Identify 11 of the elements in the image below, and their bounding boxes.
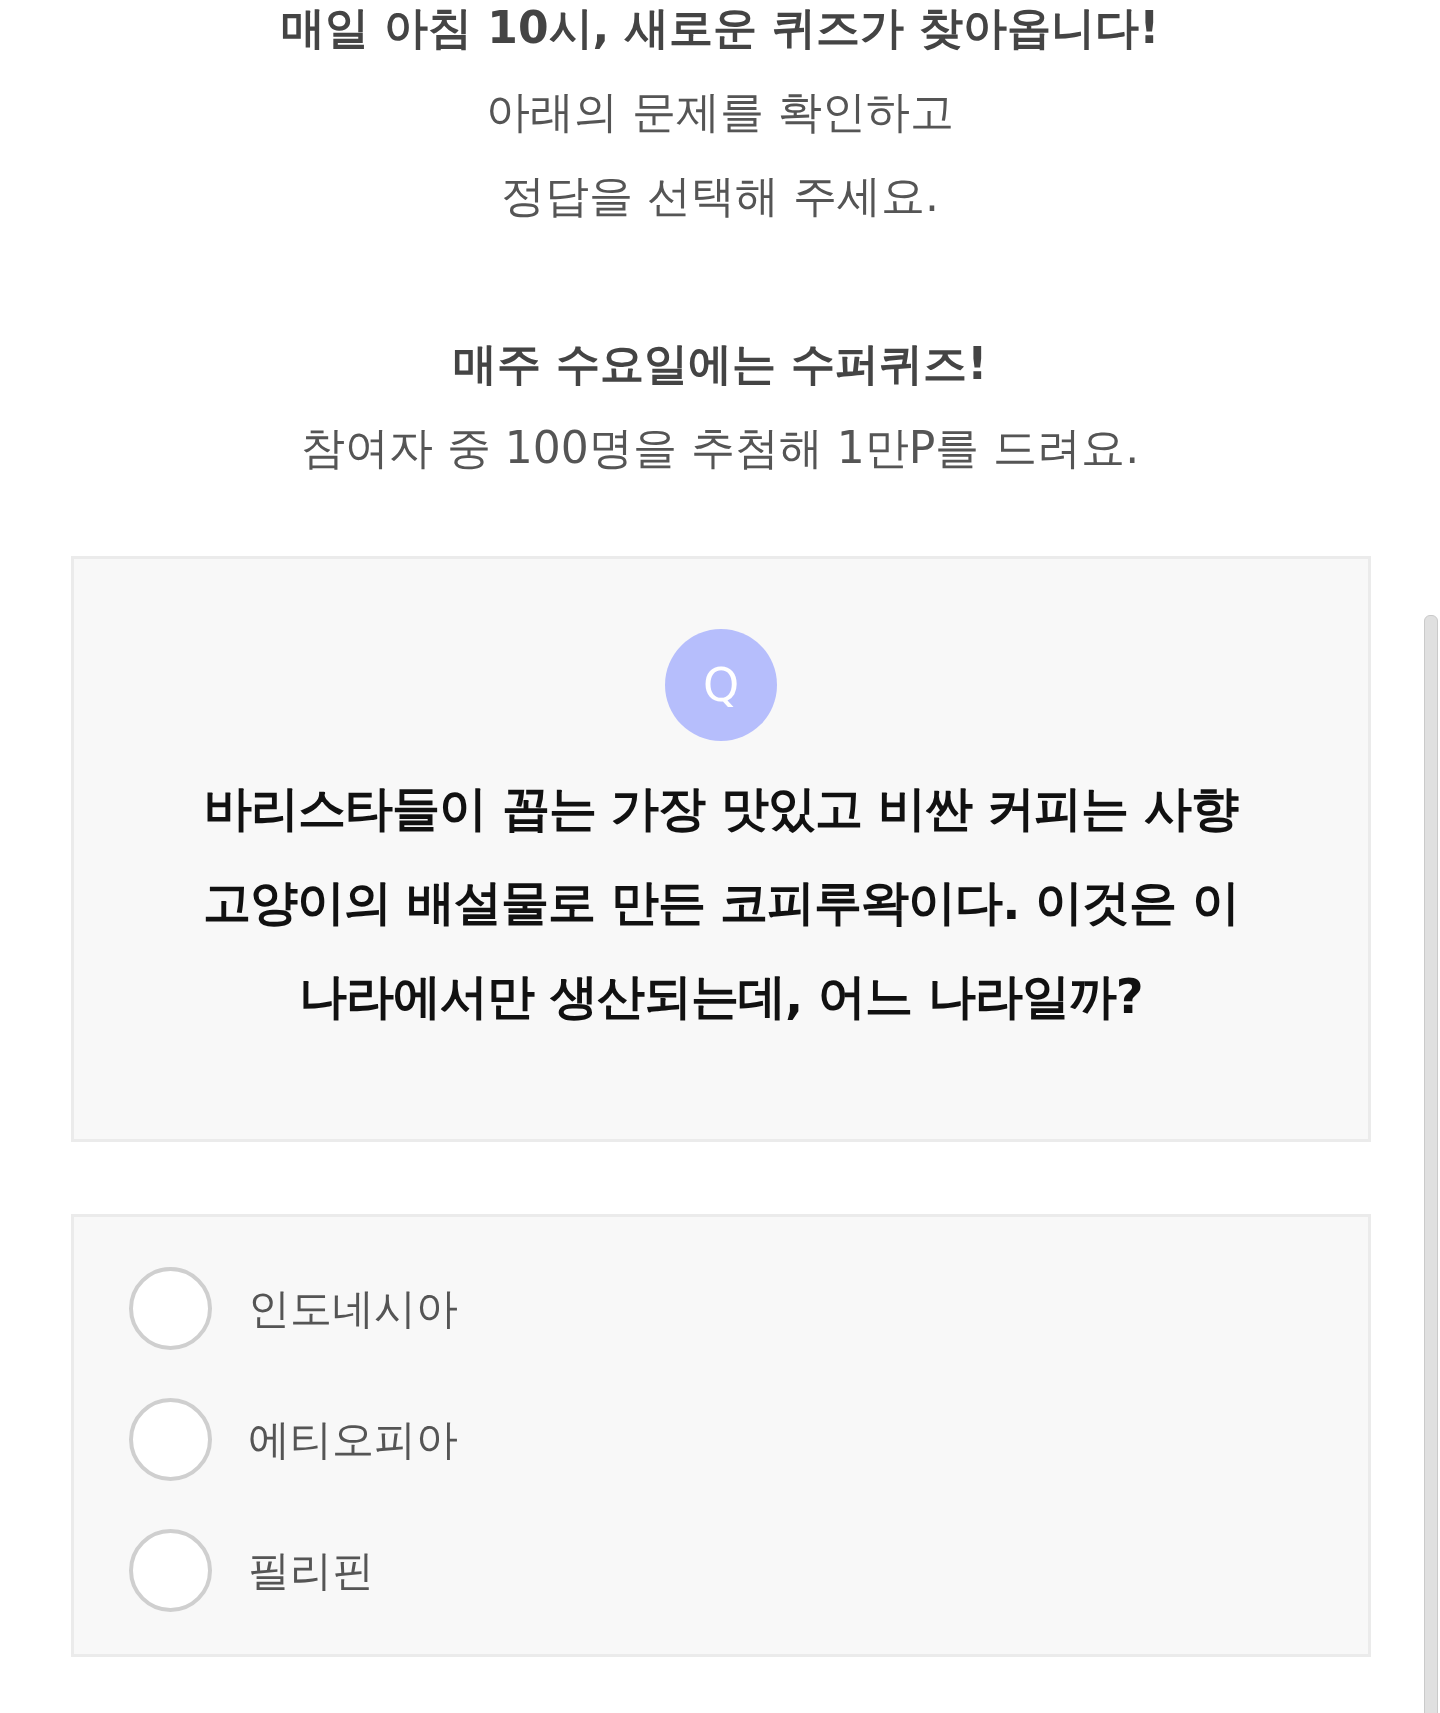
option-label[interactable]: 에티오피아 — [248, 1411, 458, 1468]
intro-text: 참여자 중 100명을 추첨해 1만P를 드려요. — [300, 421, 1140, 475]
intro-text: 아래의 문제를 확인하고 — [486, 85, 954, 139]
intro-text: 정답을 선택해 주세요. — [501, 169, 939, 223]
question-text: 바리스타들이 꼽는 가장 맛있고 비싼 커피는 사향 고양이의 배설물로 만든 코피루왁이다. 이것은 이 나라에서만 생산되는데, 어느 나라일까? — [202, 779, 1240, 1026]
scrollbar[interactable] — [1424, 615, 1438, 1713]
intro-headline: 매일 아침 10시, 새로운 퀴즈가 찾아옵니다! — [280, 1, 1160, 55]
option-label[interactable]: 필리핀 — [248, 1542, 374, 1599]
option-label[interactable]: 인도네시아 — [248, 1280, 458, 1337]
question-badge: Q — [665, 629, 777, 741]
intro-headline: 매주 수요일에는 수퍼퀴즈! — [452, 337, 988, 391]
